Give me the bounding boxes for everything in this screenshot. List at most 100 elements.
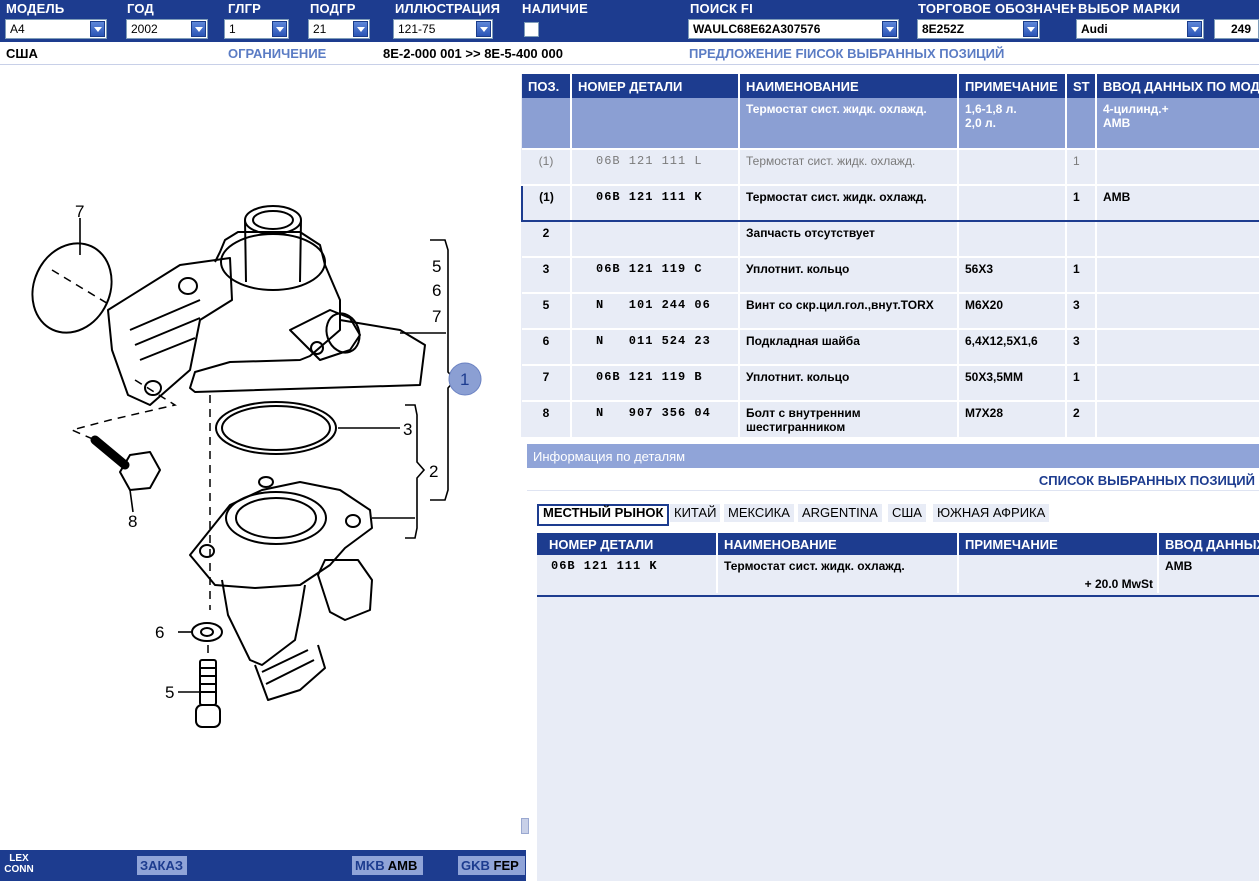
callout-1-highlight[interactable]: 1 <box>448 362 482 396</box>
table-row[interactable]: 8 N 907 356 04 Болт с внутренним шестигр… <box>522 401 1259 437</box>
vin-search-value: WAULC68E62A307576 <box>693 22 821 36</box>
gkb-field: GKB FEP <box>458 856 525 875</box>
table-row[interactable]: 06B 121 111 K Термостат сист. жидк. охла… <box>537 555 1259 593</box>
cell-part: 06B 121 119 C <box>571 257 740 294</box>
cell-pos <box>522 98 572 150</box>
restriction-value: 8E-2-000 001 >> 8E-5-400 000 <box>383 46 563 61</box>
cell-model: 4-цилинд.+ AMB <box>1096 98 1259 150</box>
chevron-down-icon[interactable] <box>1023 21 1038 37</box>
cell-name: Запчасть отсутствует <box>739 221 959 258</box>
info-panel-titlebar[interactable]: Информация по деталям <box>527 444 1259 468</box>
chevron-down-icon[interactable] <box>353 21 368 37</box>
col-note[interactable]: ПРИМЕЧАНИЕ <box>958 533 1159 555</box>
page-number-field[interactable]: 249 <box>1214 19 1259 39</box>
order-button[interactable]: ЗАКАЗ <box>137 856 187 875</box>
callout-7-top: 7 <box>75 202 84 221</box>
trade-name-label: ТОРГОВОЕ ОБОЗНАЧЕНИЕ <box>918 1 1076 16</box>
table-row-selected[interactable]: (1) 06B 121 111 K Термостат сист. жидк. … <box>521 184 1259 222</box>
page-number: 249 <box>1231 22 1252 36</box>
subgroup-select[interactable]: 21 <box>308 19 370 39</box>
cell-pos: 7 <box>522 365 572 402</box>
table-row[interactable]: (1) 06B 121 111 L Термостат сист. жидк. … <box>522 149 1259 186</box>
cell-st: 1 <box>1066 365 1097 402</box>
callout-8: 8 <box>128 512 137 531</box>
cell-name: Термостат сист. жидк. охлажд. <box>739 184 959 222</box>
callout-1: 1 <box>460 370 469 389</box>
gkb-value: FEP <box>493 858 519 873</box>
sensor-connector <box>317 559 373 621</box>
mkb-label: MKB <box>355 858 385 873</box>
splitter-handle[interactable] <box>521 818 529 834</box>
chevron-down-icon[interactable] <box>272 21 287 37</box>
cell-pos: 5 <box>522 293 572 330</box>
cell-name: Винт со скр.цил.гол.,внут.TORX <box>739 293 959 330</box>
trade-name-value: 8E252Z <box>922 22 965 36</box>
chevron-down-icon[interactable] <box>1187 21 1202 37</box>
year-select[interactable]: 2002 <box>126 19 208 39</box>
info-panel-title: Информация по деталям <box>533 449 686 464</box>
illustration-label: ИЛЛЮСТРАЦИЯ <box>395 1 501 16</box>
col-part-number[interactable]: НОМЕР ДЕТАЛИ <box>571 74 740 98</box>
cell-note: + 20.0 MwSt <box>958 555 1159 593</box>
brand-select[interactable]: Audi <box>1076 19 1204 39</box>
parts-illustration: 7 5 6 7 3 2 8 6 5 1 <box>31 202 482 728</box>
callout-2: 2 <box>429 462 438 481</box>
parts-table: ПОЗ. НОМЕР ДЕТАЛИ НАИМЕНОВАНИЕ ПРИМЕЧАНИ… <box>521 74 1259 437</box>
tab-china[interactable]: КИТАЙ <box>670 504 721 522</box>
trade-name-select[interactable]: 8E252Z <box>917 19 1040 39</box>
cell-name: Термостат сист. жидк. охлажд. <box>717 555 959 593</box>
cell-pos: 2 <box>522 221 572 258</box>
col-model-data[interactable]: ВВОД ДАННЫХ <box>1158 533 1259 555</box>
group-row[interactable]: Термостат сист. жидк. охлажд. 1,6-1,8 л.… <box>522 98 1259 150</box>
col-model-data[interactable]: ВВОД ДАННЫХ ПО МОДЕЛ <box>1096 74 1259 98</box>
model-select[interactable]: A4 <box>5 19 107 39</box>
cell-note: M7X28 <box>958 401 1067 437</box>
table-row[interactable]: 6 N 011 524 23 Подкладная шайба 6,4X12,5… <box>522 329 1259 366</box>
main-group-select[interactable]: 1 <box>224 19 289 39</box>
cell-st: 1 <box>1066 149 1097 186</box>
thermostat-housing <box>189 231 426 393</box>
col-st[interactable]: ST <box>1066 74 1097 98</box>
tab-usa[interactable]: США <box>888 504 926 522</box>
cell-part: N 101 244 06 <box>571 293 740 330</box>
bolt-8 <box>90 435 130 470</box>
chevron-down-icon[interactable] <box>882 21 897 37</box>
tab-local-market[interactable]: МЕСТНЫЙ РЫНОК <box>537 504 670 526</box>
mkb-field: MKB AMB <box>352 856 423 875</box>
cell-model <box>1096 257 1259 294</box>
table-row[interactable]: 3 06B 121 119 C Уплотнит. кольцо 56X3 1 <box>522 257 1259 294</box>
col-name[interactable]: НАИМЕНОВАНИЕ <box>739 74 959 98</box>
tab-mexico[interactable]: МЕКСИКА <box>724 504 794 522</box>
cell-pos: 6 <box>522 329 572 366</box>
selected-items-link[interactable]: СПИСОК ВЫБРАННЫХ ПОЗИЦИЙ <box>1039 473 1255 488</box>
col-part-number[interactable]: НОМЕР ДЕТАЛИ <box>537 533 718 555</box>
col-pos[interactable]: ПОЗ. <box>522 74 572 98</box>
cell-st: 3 <box>1066 329 1097 366</box>
availability-checkbox[interactable] <box>524 22 539 37</box>
table-row[interactable]: 2 Запчасть отсутствует <box>522 221 1259 258</box>
chevron-down-icon[interactable] <box>476 21 491 37</box>
top-filter-bar: МОДЕЛЬ ГОД ГЛГР ПОДГР ИЛЛЮСТРАЦИЯ НАЛИЧИ… <box>0 0 1259 42</box>
chevron-down-icon[interactable] <box>191 21 206 37</box>
table-row[interactable]: 5 N 101 244 06 Винт со скр.цил.гол.,внут… <box>522 293 1259 330</box>
cell-name: Уплотнит. кольцо <box>739 257 959 294</box>
year-select-value: 2002 <box>131 22 158 36</box>
model-label: МОДЕЛЬ <box>6 1 65 16</box>
col-note[interactable]: ПРИМЕЧАНИЕ <box>958 74 1067 98</box>
market-table-header: НОМЕР ДЕТАЛИ НАИМЕНОВАНИЕ ПРИМЕЧАНИЕ ВВО… <box>537 533 1259 555</box>
col-name[interactable]: НАИМЕНОВАНИЕ <box>717 533 959 555</box>
subgroup-value: 21 <box>313 22 327 36</box>
bottom-status-bar <box>0 850 526 881</box>
proposal-link[interactable]: ПРЕДЛОЖЕНИЕ FIИСОК ВЫБРАННЫХ ПОЗИЦИЙ <box>689 46 1004 61</box>
table-row[interactable]: 7 06B 121 119 B Уплотнит. кольцо 50X3,5M… <box>522 365 1259 402</box>
tab-south-africa[interactable]: ЮЖНАЯ АФРИКА <box>933 504 1050 522</box>
cell-note <box>958 184 1067 222</box>
region-text: США <box>6 46 38 61</box>
cell-note: 50X3,5MM <box>958 365 1067 402</box>
chevron-down-icon[interactable] <box>90 21 105 37</box>
illustration-select[interactable]: 121-75 <box>393 19 493 39</box>
cell-part: 06B 121 119 B <box>571 365 740 402</box>
vin-search-select[interactable]: WAULC68E62A307576 <box>688 19 899 39</box>
main-group-label: ГЛГР <box>228 1 262 16</box>
tab-argentina[interactable]: ARGENTINA <box>798 504 882 522</box>
